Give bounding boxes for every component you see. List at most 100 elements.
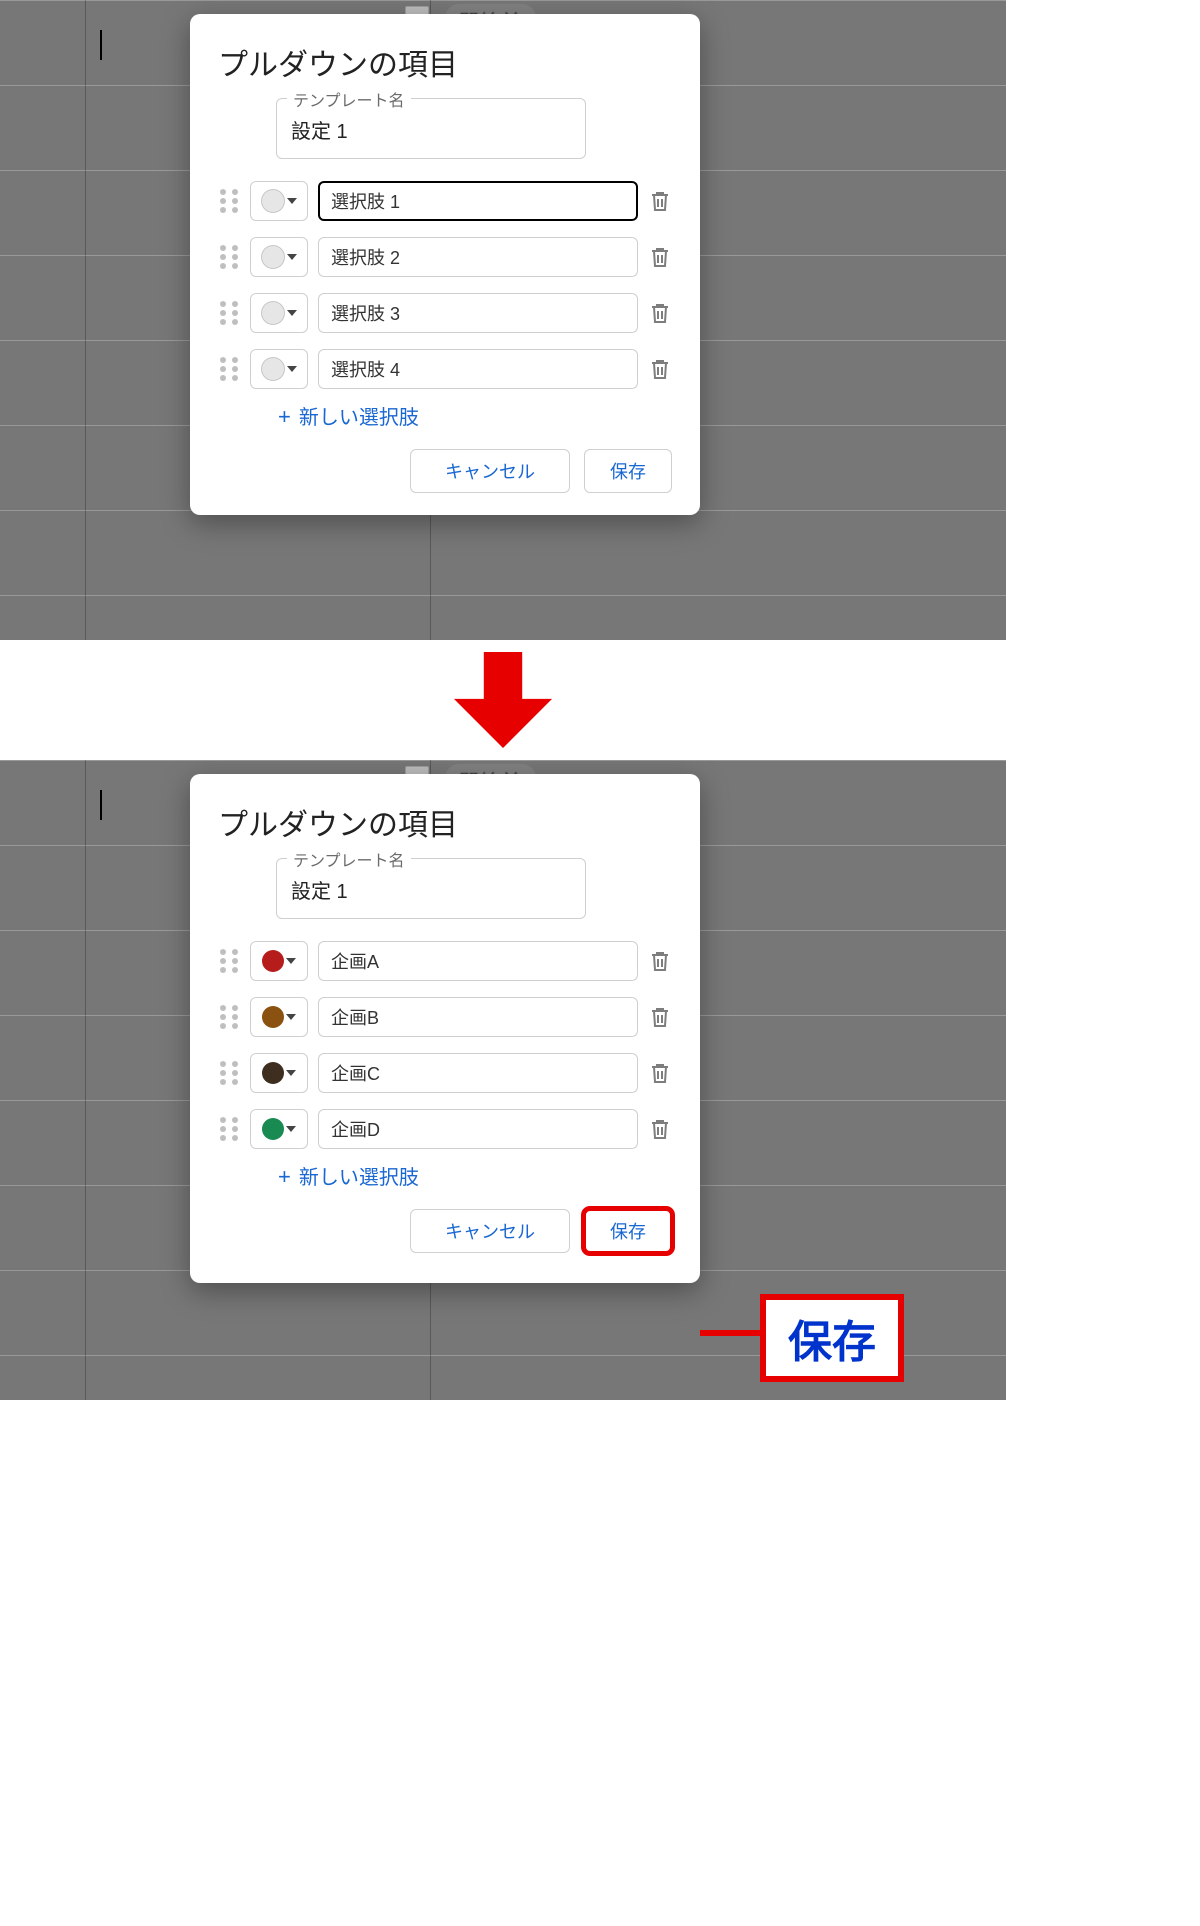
caret-down-icon <box>287 198 297 204</box>
trash-icon <box>648 1060 672 1086</box>
option-label: 選択肢 1 <box>331 188 400 214</box>
drag-handle-icon[interactable] <box>218 1061 240 1085</box>
trash-icon <box>648 948 672 974</box>
color-swatch <box>262 1006 284 1028</box>
option-input[interactable]: 選択肢 4 <box>318 349 638 389</box>
option-row: 選択肢 2 <box>218 237 672 277</box>
delete-option-button[interactable] <box>648 356 672 382</box>
caret-down-icon <box>286 1070 296 1076</box>
drag-handle-icon[interactable] <box>218 301 240 325</box>
add-option-label: 新しい選択肢 <box>299 1165 419 1191</box>
dialog-title: プルダウンの項目 <box>218 800 672 844</box>
color-picker[interactable] <box>250 349 308 389</box>
color-picker[interactable] <box>250 181 308 221</box>
option-label: 選択肢 3 <box>331 300 400 326</box>
save-callout: 保存 <box>760 1294 904 1382</box>
option-label: 企画C <box>331 1060 380 1086</box>
color-picker[interactable] <box>250 293 308 333</box>
option-input[interactable]: 企画A <box>318 941 638 981</box>
option-label: 企画B <box>331 1004 379 1030</box>
save-button[interactable]: 保存 <box>584 449 672 493</box>
trash-icon <box>648 188 672 214</box>
add-option-label: 新しい選択肢 <box>299 405 419 431</box>
callout-connector <box>700 1330 760 1336</box>
template-name-field[interactable]: テンプレート名 設定 1 <box>276 858 586 919</box>
template-name-value: 設定 1 <box>291 115 571 144</box>
option-label: 選択肢 2 <box>331 244 400 270</box>
trash-icon <box>648 244 672 270</box>
option-label: 選択肢 4 <box>331 356 400 382</box>
option-input[interactable]: 企画D <box>318 1109 638 1149</box>
delete-option-button[interactable] <box>648 948 672 974</box>
color-swatch <box>262 950 284 972</box>
delete-option-button[interactable] <box>648 1060 672 1086</box>
caret-down-icon <box>287 366 297 372</box>
template-name-value: 設定 1 <box>291 875 571 904</box>
background-spreadsheet-after: 開始前 プルダウンの項目 テンプレート名 設定 1 企画A <box>0 760 1006 1400</box>
drag-handle-icon[interactable] <box>218 245 240 269</box>
dialog-title: プルダウンの項目 <box>218 40 672 84</box>
color-swatch <box>262 1062 284 1084</box>
cell-cursor <box>100 790 102 820</box>
color-picker[interactable] <box>250 1109 308 1149</box>
option-row: 選択肢 1 <box>218 181 672 221</box>
caret-down-icon <box>287 310 297 316</box>
drag-handle-icon[interactable] <box>218 357 240 381</box>
save-button[interactable]: 保存 <box>584 1209 672 1253</box>
color-swatch <box>261 301 285 325</box>
option-row: 選択肢 3 <box>218 293 672 333</box>
option-row: 企画B <box>218 997 672 1037</box>
delete-option-button[interactable] <box>648 188 672 214</box>
option-row: 企画C <box>218 1053 672 1093</box>
color-swatch <box>261 189 285 213</box>
color-picker[interactable] <box>250 1053 308 1093</box>
cell-cursor <box>100 30 102 60</box>
caret-down-icon <box>287 254 297 260</box>
trash-icon <box>648 356 672 382</box>
background-spreadsheet: 開始前 プルダウンの項目 テンプレート名 設定 1 選択肢 1 <box>0 0 1006 640</box>
transition-arrow-row <box>0 640 1006 760</box>
cancel-button[interactable]: キャンセル <box>410 1209 570 1253</box>
plus-icon: + <box>278 1165 291 1189</box>
drag-handle-icon[interactable] <box>218 1005 240 1029</box>
color-swatch <box>261 245 285 269</box>
trash-icon <box>648 1004 672 1030</box>
drag-handle-icon[interactable] <box>218 1117 240 1141</box>
option-input[interactable]: 選択肢 3 <box>318 293 638 333</box>
option-row: 企画D <box>218 1109 672 1149</box>
trash-icon <box>648 300 672 326</box>
template-name-field[interactable]: テンプレート名 設定 1 <box>276 98 586 159</box>
template-name-label: テンプレート名 <box>287 847 411 871</box>
option-input[interactable]: 企画B <box>318 997 638 1037</box>
drag-handle-icon[interactable] <box>218 189 240 213</box>
add-option-button[interactable]: + 新しい選択肢 <box>278 405 428 431</box>
option-input[interactable]: 企画C <box>318 1053 638 1093</box>
add-option-button[interactable]: + 新しい選択肢 <box>278 1165 428 1191</box>
color-swatch <box>262 1118 284 1140</box>
template-name-label: テンプレート名 <box>287 87 411 111</box>
caret-down-icon <box>286 1126 296 1132</box>
delete-option-button[interactable] <box>648 1004 672 1030</box>
option-label: 企画A <box>331 948 379 974</box>
arrow-down-icon <box>448 652 558 748</box>
trash-icon <box>648 1116 672 1142</box>
color-picker[interactable] <box>250 237 308 277</box>
color-picker[interactable] <box>250 941 308 981</box>
option-input[interactable]: 選択肢 1 <box>318 181 638 221</box>
option-row: 選択肢 4 <box>218 349 672 389</box>
plus-icon: + <box>278 405 291 429</box>
pulldown-items-dialog: プルダウンの項目 テンプレート名 設定 1 企画A <box>190 774 700 1283</box>
option-input[interactable]: 選択肢 2 <box>318 237 638 277</box>
option-label: 企画D <box>331 1116 380 1142</box>
delete-option-button[interactable] <box>648 1116 672 1142</box>
color-picker[interactable] <box>250 997 308 1037</box>
option-row: 企画A <box>218 941 672 981</box>
pulldown-items-dialog: プルダウンの項目 テンプレート名 設定 1 選択肢 1 <box>190 14 700 515</box>
color-swatch <box>261 357 285 381</box>
delete-option-button[interactable] <box>648 300 672 326</box>
caret-down-icon <box>286 1014 296 1020</box>
drag-handle-icon[interactable] <box>218 949 240 973</box>
cancel-button[interactable]: キャンセル <box>410 449 570 493</box>
delete-option-button[interactable] <box>648 244 672 270</box>
caret-down-icon <box>286 958 296 964</box>
